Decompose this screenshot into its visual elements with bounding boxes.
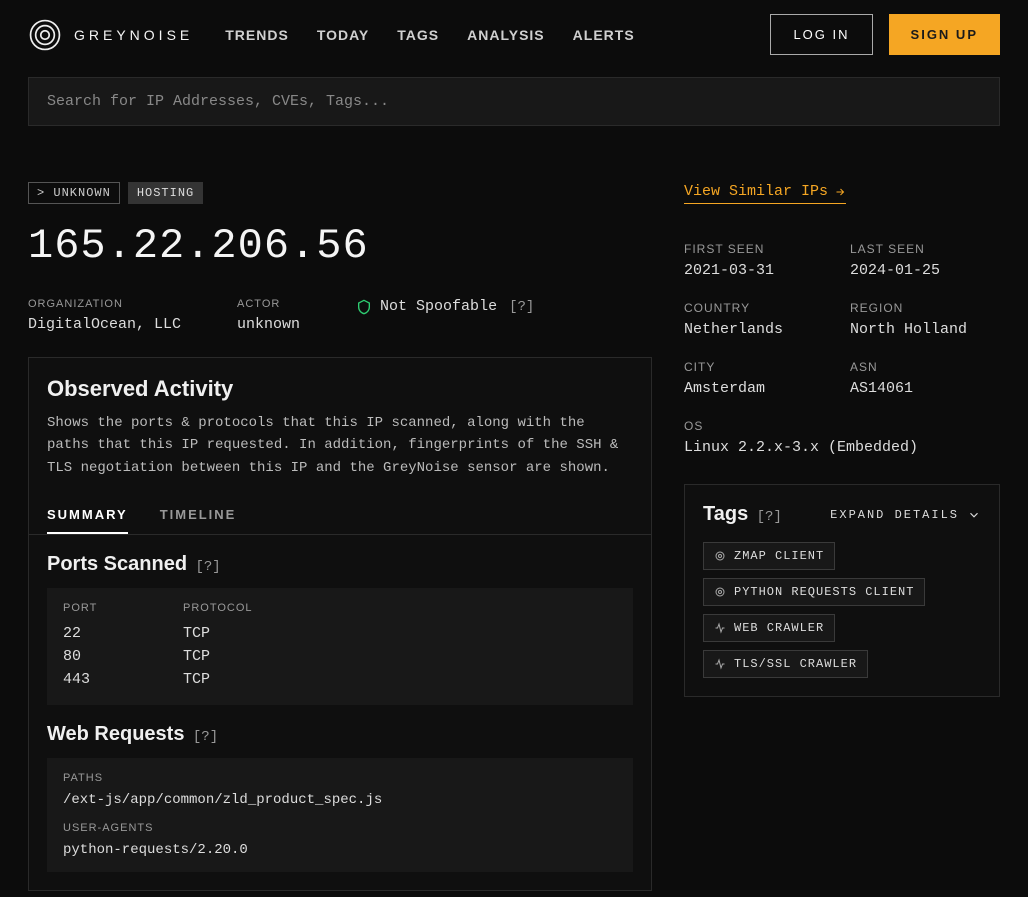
tag-chip[interactable]: WEB CRAWLER xyxy=(703,614,835,642)
country-value: Netherlands xyxy=(684,321,834,338)
ports-scanned-title: Ports Scanned xyxy=(47,553,187,575)
target-icon xyxy=(714,586,726,598)
protocol-cell: TCP xyxy=(183,625,617,642)
tag-chip[interactable]: TLS/SSL CRAWLER xyxy=(703,650,868,678)
user-agents-label: USER-AGENTS xyxy=(63,822,617,834)
tab-timeline[interactable]: TIMELINE xyxy=(160,497,237,534)
search-input[interactable] xyxy=(28,77,1000,126)
region-value: North Holland xyxy=(850,321,1000,338)
brand-text: GREYNOISE xyxy=(74,27,193,43)
organization-value: DigitalOcean, LLC xyxy=(28,316,181,333)
actor-label: ACTOR xyxy=(237,298,300,310)
organization-meta: ORGANIZATION DigitalOcean, LLC xyxy=(28,298,181,333)
user-agent-value: python-requests/2.20.0 xyxy=(63,842,617,858)
city-label: CITY xyxy=(684,360,834,374)
similar-ips-text: View Similar IPs xyxy=(684,183,828,200)
category-badge: HOSTING xyxy=(128,182,203,204)
protocol-header: PROTOCOL xyxy=(183,602,617,614)
spoofable-indicator: Not Spoofable [?] xyxy=(356,298,534,315)
shield-icon xyxy=(356,299,372,315)
os-value: Linux 2.2.x-3.x (Embedded) xyxy=(684,439,1000,456)
expand-label: EXPAND DETAILS xyxy=(830,508,959,522)
activity-icon xyxy=(714,658,726,670)
tag-chip[interactable]: PYTHON REQUESTS CLIENT xyxy=(703,578,925,606)
tag-label: TLS/SSL CRAWLER xyxy=(734,657,857,671)
port-cell: 22 xyxy=(63,625,183,642)
protocol-cell: TCP xyxy=(183,648,617,665)
login-button[interactable]: LOG IN xyxy=(770,14,872,55)
nav-trends[interactable]: TRENDS xyxy=(225,27,289,43)
port-cell: 80 xyxy=(63,648,183,665)
nav-today[interactable]: TODAY xyxy=(317,27,369,43)
last-seen-value: 2024-01-25 xyxy=(850,262,1000,279)
nav-analysis[interactable]: ANALYSIS xyxy=(467,27,545,43)
paths-label: PATHS xyxy=(63,772,617,784)
last-seen: LAST SEEN 2024-01-25 xyxy=(850,242,1000,279)
first-seen: FIRST SEEN 2021-03-31 xyxy=(684,242,834,279)
activity-icon xyxy=(714,622,726,634)
city: CITY Amsterdam xyxy=(684,360,834,397)
ports-table: PORT PROTOCOL 22 TCP 80 TCP 443 TCP xyxy=(47,588,633,705)
classification-badge: > UNKNOWN xyxy=(28,182,120,204)
nav-alerts[interactable]: ALERTS xyxy=(573,27,635,43)
main-nav: TRENDS TODAY TAGS ANALYSIS ALERTS xyxy=(225,27,634,43)
tag-label: PYTHON REQUESTS CLIENT xyxy=(734,585,914,599)
table-row: 443 TCP xyxy=(63,668,617,691)
observed-description: Shows the ports & protocols that this IP… xyxy=(47,412,633,479)
city-value: Amsterdam xyxy=(684,380,834,397)
asn: ASN AS14061 xyxy=(850,360,1000,397)
os: OS Linux 2.2.x-3.x (Embedded) xyxy=(684,419,1000,456)
region: REGION North Holland xyxy=(850,301,1000,338)
organization-label: ORGANIZATION xyxy=(28,298,181,310)
target-icon xyxy=(714,550,726,562)
tag-label: WEB CRAWLER xyxy=(734,621,824,635)
path-value: /ext-js/app/common/zld_product_spec.js xyxy=(63,792,617,808)
tags-panel: Tags [?] EXPAND DETAILS ZMAP CLIENT PYTH… xyxy=(684,484,1000,697)
signup-button[interactable]: SIGN UP xyxy=(889,14,1000,55)
top-header: GREYNOISE TRENDS TODAY TAGS ANALYSIS ALE… xyxy=(0,0,1028,69)
spoofable-text: Not Spoofable xyxy=(380,298,497,315)
tab-summary[interactable]: SUMMARY xyxy=(47,497,128,534)
spoofable-help[interactable]: [?] xyxy=(509,299,534,315)
ip-address: 165.22.206.56 xyxy=(28,222,652,270)
observed-activity-panel: Observed Activity Shows the ports & prot… xyxy=(28,357,652,891)
observed-title: Observed Activity xyxy=(47,376,633,402)
web-requests-title: Web Requests xyxy=(47,723,184,745)
arrow-right-icon xyxy=(834,186,846,198)
port-cell: 443 xyxy=(63,671,183,688)
tag-label: ZMAP CLIENT xyxy=(734,549,824,563)
first-seen-label: FIRST SEEN xyxy=(684,242,834,256)
greynoise-logo-icon xyxy=(28,18,62,52)
tags-title: Tags xyxy=(703,503,748,525)
table-row: 22 TCP xyxy=(63,622,617,645)
web-help[interactable]: [?] xyxy=(193,729,218,745)
expand-details-button[interactable]: EXPAND DETAILS xyxy=(830,508,981,522)
actor-value: unknown xyxy=(237,316,300,333)
ip-info-grid: FIRST SEEN 2021-03-31 LAST SEEN 2024-01-… xyxy=(684,242,1000,456)
asn-label: ASN xyxy=(850,360,1000,374)
last-seen-label: LAST SEEN xyxy=(850,242,1000,256)
ports-help[interactable]: [?] xyxy=(196,559,221,575)
nav-tags[interactable]: TAGS xyxy=(397,27,439,43)
country-label: COUNTRY xyxy=(684,301,834,315)
tag-chip[interactable]: ZMAP CLIENT xyxy=(703,542,835,570)
os-label: OS xyxy=(684,419,1000,433)
tags-help[interactable]: [?] xyxy=(757,509,782,525)
region-label: REGION xyxy=(850,301,1000,315)
first-seen-value: 2021-03-31 xyxy=(684,262,834,279)
port-header: PORT xyxy=(63,602,183,614)
web-requests-block: PATHS /ext-js/app/common/zld_product_spe… xyxy=(47,758,633,872)
logo[interactable]: GREYNOISE xyxy=(28,18,193,52)
country: COUNTRY Netherlands xyxy=(684,301,834,338)
asn-value: AS14061 xyxy=(850,380,1000,397)
chevron-down-icon xyxy=(967,508,981,522)
table-row: 80 TCP xyxy=(63,645,617,668)
view-similar-ips-link[interactable]: View Similar IPs xyxy=(684,183,846,204)
protocol-cell: TCP xyxy=(183,671,617,688)
actor-meta: ACTOR unknown xyxy=(237,298,300,333)
